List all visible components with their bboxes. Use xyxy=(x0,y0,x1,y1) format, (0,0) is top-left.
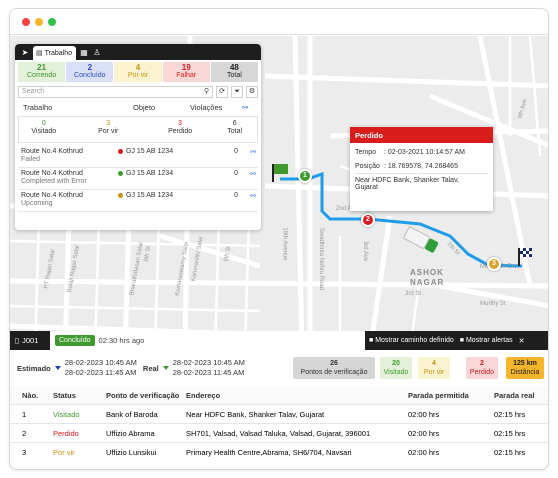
violations-count: 0 xyxy=(234,192,238,199)
column-violacoes: Violações xyxy=(190,103,223,112)
row-status: Visitado xyxy=(53,409,80,419)
checkpoint-marker[interactable]: 3 xyxy=(487,257,501,271)
stat-checkpoints: 26 Pontos de verificação xyxy=(293,357,375,379)
status-dot xyxy=(118,193,123,198)
job-status: Failed xyxy=(21,156,41,163)
estimated-label: Estimado xyxy=(17,363,51,373)
refresh-button[interactable]: ⟳ xyxy=(216,86,228,98)
column-trabalho: Trabalho xyxy=(23,103,53,112)
status-counts: 21 Correndo 2 Concluído 4 Por vir 19 Falhar … xyxy=(15,60,261,82)
map-footer: ▯ J001 Concluído 02:30 hrs ago ■ Mostrar … xyxy=(10,331,548,350)
window-titlebar xyxy=(10,9,548,35)
stat-visited: 20 Visitado xyxy=(380,357,412,379)
checkpoint-marker[interactable]: 1 xyxy=(298,169,312,183)
close-icon[interactable]: ✕ xyxy=(519,337,525,345)
maximize-window-button[interactable] xyxy=(48,18,56,26)
table-row[interactable]: 1 Visitado Bank of Baroda Near HDFC Bank… xyxy=(10,405,548,424)
status-dot xyxy=(118,149,123,154)
jobs-table-header: Trabalho Objeto Violações ⚯ xyxy=(15,98,261,114)
start-flag-icon xyxy=(272,164,292,182)
popup-position-value: : 18.769578, 74.268465 xyxy=(384,163,458,170)
status-badge: Concluído xyxy=(55,335,95,346)
popup-address-line: Near HDFC Bank, Shanker Talav, xyxy=(355,177,460,184)
job-row[interactable]: Route No.4 Kothrud Upcoming GJ 15 AB 1234… xyxy=(18,190,258,212)
popup-address-line: Gujarat xyxy=(355,184,378,191)
count-failed[interactable]: 19 Falhar xyxy=(162,62,210,82)
jobs-panel: ➤ ▤ Trabalho ▦ ♙ 21 Correndo 2 Concluído 4P… xyxy=(15,44,261,230)
stat-distance: 125 km Distância xyxy=(506,357,544,379)
checkpoint-table: Nào. Status Ponto de verificação Endereç… xyxy=(10,386,548,462)
vehicle-plate: GJ 15 AB 1234 xyxy=(126,170,174,177)
route-people-icon[interactable]: ♙ xyxy=(92,48,102,57)
table-row[interactable]: 3 Por vir Uffizio Lunsikui Primary Healt… xyxy=(10,443,548,462)
job-summary: 0 Visitado 3 Por vir 3 Perdido 6 Total xyxy=(18,116,258,143)
table-header: Nào. Status Ponto de verificação Endereç… xyxy=(10,386,548,405)
panel-header: ➤ ▤ Trabalho ▦ ♙ xyxy=(15,44,261,60)
popup-title: Perdido xyxy=(350,127,493,143)
real-dates: 28-02-2023 10:45 AM 28-02-2023 11:45 AM xyxy=(172,358,245,377)
real-marker-icon xyxy=(162,366,169,370)
column-objeto: Objeto xyxy=(133,103,156,112)
job-row[interactable]: Route No.4 Kothrud Completed with Error G… xyxy=(18,168,258,190)
job-name: Route No.4 Kothrud xyxy=(21,192,83,199)
area-label: ASHOK xyxy=(410,268,444,277)
location-popup: Perdido Tempo : 02-03-2021 10:14:57 AM Po… xyxy=(350,127,493,211)
show-path-toggle[interactable]: ■ Mostrar caminho definido xyxy=(369,337,454,344)
count-total[interactable]: 48 Total xyxy=(210,62,259,82)
finish-flag-icon xyxy=(518,248,534,268)
job-name: Route No.4 Kothrud xyxy=(21,148,83,155)
stat-missed: 2 Perdido xyxy=(466,357,498,379)
vehicle-plate: GJ 15 AB 1234 xyxy=(126,192,174,199)
job-id: J001 xyxy=(22,336,39,345)
filter-button[interactable]: ⏷ xyxy=(231,86,243,98)
close-window-button[interactable] xyxy=(22,18,30,26)
grid-icon[interactable]: ▦ xyxy=(79,48,89,57)
count-upcoming[interactable]: 4 Por vir xyxy=(114,62,162,82)
count-completed[interactable]: 2 Concluído xyxy=(66,62,114,82)
violations-count: 0 xyxy=(234,170,238,177)
popup-time-value: : 02-03-2021 10:14:57 AM xyxy=(384,149,465,156)
search-icon: ⚲ xyxy=(203,88,209,95)
job-status: Completed with Error xyxy=(21,178,87,185)
estimated-dates: 28-02-2023 10:45 AM 28-02-2023 11:45 AM xyxy=(64,358,137,377)
app-window: 2nd Ave 3rd Ave 9th Ave Swadhinta Nehru … xyxy=(9,8,549,470)
tab-trabalho[interactable]: ▤ Trabalho xyxy=(33,46,76,60)
stat-upcoming: 4 Por vir xyxy=(418,357,450,379)
elapsed-time: 02:30 hrs ago xyxy=(98,336,145,345)
row-status: Por vir xyxy=(53,448,75,457)
popup-position-label: Posição xyxy=(355,163,380,170)
route-share-icon[interactable]: ⚯ xyxy=(238,170,256,189)
job-name: Route No.4 Kothrud xyxy=(21,170,83,177)
checkpoint-marker[interactable]: 2 xyxy=(361,213,375,227)
vehicle-plate: GJ 15 AB 1234 xyxy=(126,148,174,155)
navigation-arrow-icon[interactable]: ➤ xyxy=(20,48,30,57)
document-icon: ▯ xyxy=(15,336,20,345)
status-dot xyxy=(118,171,123,176)
popup-time-label: Tempo xyxy=(355,149,377,156)
real-label: Real xyxy=(142,363,159,373)
route-share-icon[interactable]: ⚯ xyxy=(238,148,256,167)
route-share-icon[interactable]: ⚯ xyxy=(242,103,248,114)
area-label: NAGAR xyxy=(410,278,445,287)
search-row: Search ⚲ ⟳ ⏷ ⚙ xyxy=(15,82,261,98)
settings-button[interactable]: ⚙ xyxy=(246,86,258,98)
row-status: Perdido xyxy=(53,428,79,438)
estimate-row: Estimado 28-02-2023 10:45 AM 28-02-2023 … xyxy=(10,354,548,382)
count-running[interactable]: 21 Correndo xyxy=(18,62,66,82)
job-status: Upcoming xyxy=(21,200,53,207)
job-row[interactable]: Route No.4 Kothrud Failed GJ 15 AB 1234 0… xyxy=(18,146,258,168)
minimize-window-button[interactable] xyxy=(35,18,43,26)
route-share-icon[interactable]: ⚯ xyxy=(238,192,256,211)
violations-count: 0 xyxy=(234,148,238,155)
map-view[interactable]: 2nd Ave 3rd Ave 9th Ave Swadhinta Nehru … xyxy=(10,36,548,350)
show-alerts-toggle[interactable]: ■ Mostrar alertas xyxy=(460,337,513,344)
estimated-marker-icon xyxy=(54,366,61,370)
search-input[interactable]: Search ⚲ xyxy=(18,86,213,98)
table-row[interactable]: 2 Perdido Uffizio Abrama SH701, Valsad, … xyxy=(10,424,548,443)
clipboard-icon: ▤ xyxy=(36,50,43,57)
